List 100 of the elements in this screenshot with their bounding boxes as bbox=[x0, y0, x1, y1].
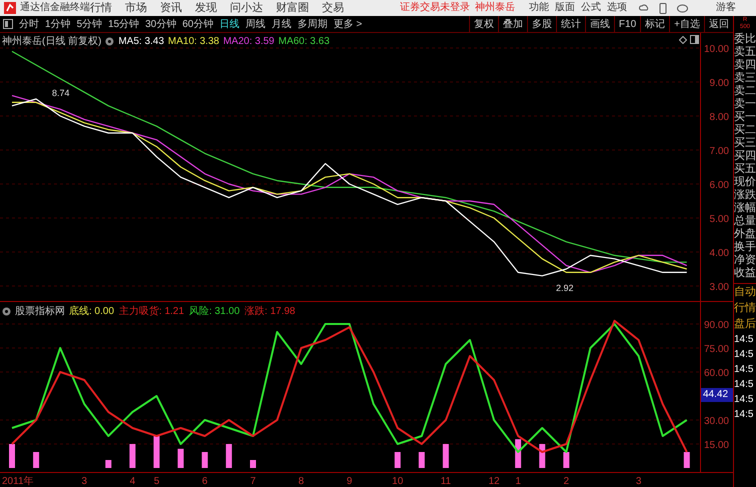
phone-icon[interactable] bbox=[659, 2, 667, 14]
quote-label: 外盘 bbox=[734, 228, 756, 241]
toolbar-button[interactable]: 复权 bbox=[468, 16, 498, 32]
settings-icon[interactable] bbox=[2, 307, 11, 316]
date-axis-label: 2011年 bbox=[2, 476, 34, 487]
toolbar-button[interactable]: 统计 bbox=[556, 16, 585, 32]
legend-item: MA10: 3.38 bbox=[168, 35, 220, 49]
date-axis-label: 11 bbox=[440, 476, 451, 487]
period-tab[interactable]: 月线 bbox=[272, 16, 292, 32]
indicator-axis-label: 60.00 bbox=[704, 368, 729, 379]
date-axis-label: 5 bbox=[154, 476, 160, 487]
legend-item: 主力吸货: 1.21 bbox=[119, 304, 184, 319]
toolbar-button[interactable]: 标记 bbox=[640, 16, 670, 32]
price-axis-label: 7.00 bbox=[710, 146, 729, 157]
date-axis-label: 12 bbox=[488, 476, 500, 487]
date-axis-label: 3 bbox=[82, 476, 88, 487]
period-tab[interactable]: 更多 > bbox=[334, 16, 362, 32]
menu-item[interactable]: 功能 bbox=[529, 1, 549, 15]
date-axis-label: 7 bbox=[250, 476, 256, 487]
price-axis-label: 4.00 bbox=[710, 248, 729, 260]
quote-label: 卖三 bbox=[734, 72, 756, 85]
diamond-icon[interactable] bbox=[679, 36, 687, 44]
current-value-label: 44.42 bbox=[701, 388, 733, 402]
trade-time: 14:5 bbox=[734, 408, 754, 422]
indicator-axis-label: 15.00 bbox=[704, 440, 729, 451]
quote-label: 卖五 bbox=[734, 46, 756, 59]
quote-label: 净资 bbox=[734, 254, 756, 267]
period-tab[interactable]: 分时 bbox=[19, 16, 39, 32]
user-label[interactable]: 游客 bbox=[716, 1, 736, 15]
trade-time: 14:5 bbox=[734, 363, 754, 377]
period-tab[interactable]: 周线 bbox=[246, 16, 266, 32]
legend-item: MA20: 3.59 bbox=[223, 35, 274, 49]
menu-item[interactable]: 行情 bbox=[90, 1, 112, 15]
period-tab[interactable]: 60分钟 bbox=[182, 16, 214, 32]
quote-label: 总量 bbox=[734, 215, 756, 228]
indicator-axis-label: 30.00 bbox=[704, 416, 729, 427]
legend-item: 涨跌: 17.98 bbox=[244, 304, 296, 319]
price-axis-label: 6.00 bbox=[710, 180, 729, 191]
menu-item[interactable]: 问小达 bbox=[230, 1, 263, 15]
trade-time: 14:5 bbox=[734, 378, 754, 392]
legend-item: MA5: 3.43 bbox=[118, 35, 164, 49]
date-axis-label: 1 bbox=[515, 476, 521, 487]
period-tab[interactable]: 30分钟 bbox=[145, 16, 176, 32]
quote-label: 涨幅 bbox=[734, 202, 756, 215]
quote-label: 收益 bbox=[734, 267, 756, 280]
trade-time: 14:5 bbox=[734, 393, 754, 407]
price-axis-label: 3.00 bbox=[710, 282, 729, 294]
menu-item[interactable]: 财富圈 bbox=[276, 1, 309, 15]
legend-item: 底线: 0.00 bbox=[69, 304, 114, 319]
login-notice[interactable]: 证券交易未登录 bbox=[400, 1, 470, 15]
quote-label: 卖四 bbox=[734, 59, 756, 72]
legend-item: 风险: 31.00 bbox=[189, 305, 240, 319]
quote-label: 买三 bbox=[734, 137, 756, 150]
toolbar-button[interactable]: 画线 bbox=[584, 16, 614, 32]
price-axis-label: 9.00 bbox=[710, 78, 729, 89]
menu-item[interactable]: 市场 bbox=[125, 1, 147, 15]
quote-label: 换手 bbox=[734, 241, 756, 254]
price-annotation: 8.74 bbox=[52, 88, 70, 98]
quote-tab[interactable]: 行情 bbox=[734, 300, 756, 316]
toolbar-button[interactable]: 叠加 bbox=[498, 16, 527, 32]
menu-item[interactable]: 发现 bbox=[195, 1, 217, 15]
panel-toggle-icon[interactable] bbox=[3, 19, 13, 29]
quote-label: 卖二 bbox=[734, 85, 756, 98]
indicator-axis-label: 75.00 bbox=[704, 344, 729, 355]
period-tab[interactable]: 15分钟 bbox=[108, 16, 140, 32]
quote-label: 买二 bbox=[734, 124, 756, 137]
quote-label: 卖一 bbox=[734, 98, 756, 111]
menu-item[interactable]: 选项 bbox=[607, 1, 627, 15]
period-tab[interactable]: 1分钟 bbox=[45, 16, 71, 32]
date-axis-label: 3 bbox=[636, 476, 642, 487]
period-tab[interactable]: 日线 bbox=[220, 16, 240, 32]
toolbar-button[interactable]: +自选 bbox=[669, 16, 704, 32]
period-tab[interactable]: 5分钟 bbox=[76, 16, 102, 32]
date-axis-label: 10 bbox=[392, 476, 404, 487]
quote-label: 委比 bbox=[734, 33, 756, 46]
toolbar-button[interactable]: 返回 bbox=[704, 16, 733, 32]
menu-item[interactable]: 公式 bbox=[581, 1, 601, 15]
indicator-axis-label: 90.00 bbox=[704, 320, 729, 331]
panel-layout-icon[interactable] bbox=[690, 35, 699, 44]
period-tab[interactable]: 多周期 bbox=[298, 16, 328, 32]
legend-item: MA60: 3.63 bbox=[278, 35, 330, 49]
app-title: 通达信金融终端 bbox=[20, 1, 90, 15]
menu-item[interactable]: 资讯 bbox=[160, 1, 182, 15]
quote-label: 买四 bbox=[734, 150, 756, 163]
menu-item[interactable]: 版面 bbox=[555, 1, 575, 15]
date-axis-label: 9 bbox=[346, 476, 352, 487]
toolbar-button[interactable]: 多股 bbox=[526, 16, 556, 32]
settings-icon[interactable] bbox=[105, 37, 114, 46]
quote-tab[interactable]: 盘后 bbox=[734, 316, 756, 332]
quote-label: 涨跌 bbox=[734, 189, 756, 202]
toolbar-button[interactable]: F10 bbox=[614, 16, 640, 32]
price-axis-label: 10.00 bbox=[704, 44, 729, 55]
quote-tab[interactable]: 自动 bbox=[734, 284, 756, 300]
cloud-icon[interactable] bbox=[639, 3, 649, 13]
quote-label: 买五 bbox=[734, 163, 756, 176]
stock-link[interactable]: 神州泰岳 bbox=[475, 1, 515, 15]
price-axis-label: 8.00 bbox=[710, 112, 729, 123]
app-logo-icon bbox=[4, 2, 16, 14]
menu-item[interactable]: 交易 bbox=[322, 1, 344, 15]
price-annotation: 2.92 bbox=[556, 283, 574, 293]
